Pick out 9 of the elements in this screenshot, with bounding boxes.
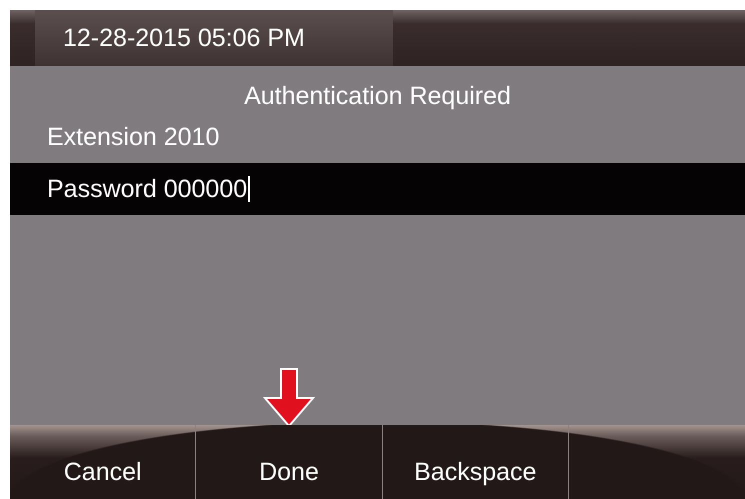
date-time: 12-28-2015 05:06 PM: [35, 10, 393, 66]
text-cursor: [248, 176, 250, 202]
down-arrow-icon: [263, 368, 316, 428]
softkey-button[interactable]: Done: [196, 425, 383, 499]
extension-label: Extension 2010: [47, 122, 220, 152]
dialog-title: Authentication Required: [243, 82, 512, 112]
softkey-button[interactable]: Cancel: [10, 425, 196, 499]
password-field[interactable]: Password 000000: [10, 163, 745, 215]
softkey-button[interactable]: Backspace: [382, 425, 569, 499]
